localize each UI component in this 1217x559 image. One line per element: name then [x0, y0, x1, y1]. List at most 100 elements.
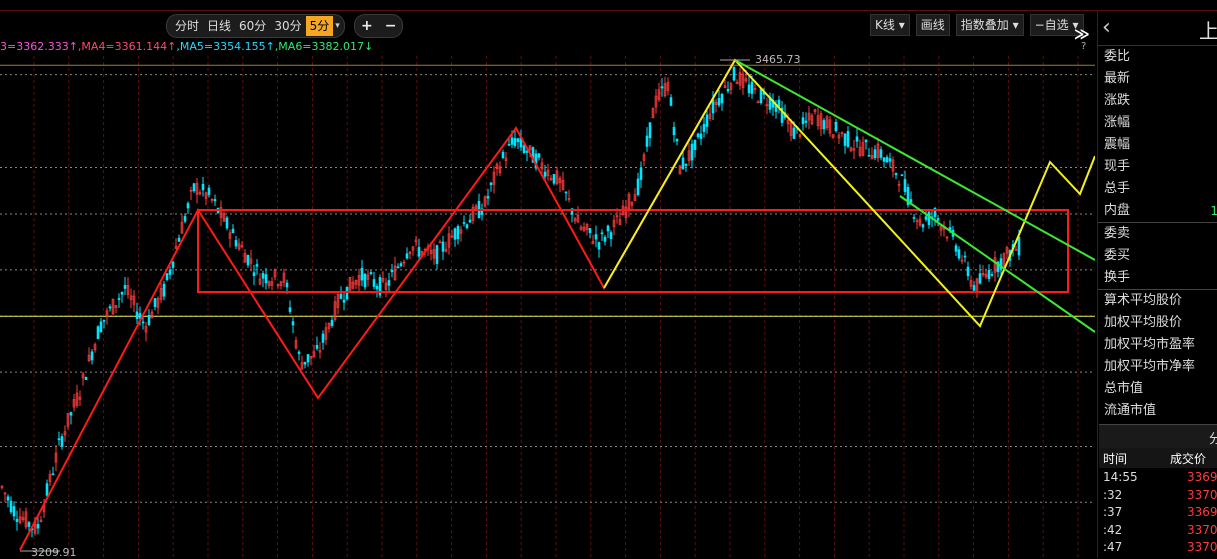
candle-body [672, 126, 676, 136]
candle-body [102, 319, 106, 322]
chevron-left-icon[interactable]: ‹ [1102, 15, 1111, 40]
quote-field-label: 加权平均市盈率 [1104, 337, 1196, 352]
candle-body [255, 264, 259, 267]
candle-body [285, 282, 289, 288]
candle-body [954, 245, 958, 252]
candle-body [69, 412, 73, 416]
caret-down-icon: ▾ [898, 18, 905, 32]
candle-body [339, 293, 343, 299]
tick-price: 3370 [1187, 487, 1217, 502]
quote-field-label: 总市值 [1104, 381, 1144, 396]
candle-body [936, 218, 940, 221]
candle-body [303, 361, 307, 365]
ma4-value: MA4=3361.144↑ [81, 40, 177, 53]
candle-body [399, 263, 403, 266]
candle-body [846, 131, 850, 147]
quote-field-label: 涨幅 [1104, 115, 1131, 130]
candle-body [27, 522, 31, 527]
candle-body [600, 232, 604, 235]
candle-body [120, 292, 124, 295]
zoom-in-button[interactable]: + [361, 18, 373, 34]
candle-body [183, 216, 187, 222]
candle-body [1017, 236, 1021, 256]
high-price-label: 3465.73 [755, 53, 801, 66]
candle-body [972, 285, 976, 291]
candle-body [822, 120, 826, 130]
candle-body [441, 241, 445, 252]
candle-body [711, 99, 715, 114]
sidebar-title: 上 [1199, 19, 1217, 43]
candle-body [720, 93, 724, 104]
period-tab-daily[interactable]: 日线 [203, 16, 235, 36]
tick-time: :47 [1103, 540, 1123, 554]
period-tab-60min[interactable]: 60分 [235, 16, 270, 36]
candle-body [345, 286, 349, 300]
candlestick-chart[interactable] [0, 56, 1095, 558]
quote-field-row: 最新 [1098, 68, 1217, 90]
ma5-value: MA5=3354.155↑ [179, 40, 275, 53]
quote-field-label: 流通市值 [1104, 403, 1157, 418]
candle-body [864, 139, 868, 143]
candle-body [669, 97, 673, 106]
candle-body [588, 228, 592, 233]
tick-price: 3370 [1187, 522, 1217, 537]
quote-field-row: 委买 [1098, 245, 1217, 267]
zoom-out-button[interactable]: − [385, 18, 397, 34]
quote-field-label: 委卖 [1104, 226, 1131, 241]
quote-field-label: 委比 [1104, 49, 1131, 64]
ticks-table-header: 时间 成交价 [1099, 448, 1217, 468]
tick-time: :42 [1103, 522, 1123, 537]
candle-body [909, 199, 913, 203]
period-tab-5min[interactable]: 5分 [305, 16, 334, 36]
ma-legend: 3=3362.333↑,MA4=3361.144↑,MA5=3354.155↑,… [0, 40, 373, 53]
candle-body [342, 299, 346, 303]
ticks-section-header[interactable]: 分 [1099, 424, 1217, 449]
candle-body [921, 224, 925, 228]
candle-body [537, 153, 541, 158]
help-icon[interactable]: ? [1081, 41, 1086, 52]
candle-body [330, 319, 334, 326]
chart-tools: K线 ▾ 画线 指数叠加 ▾ −自选 ▾ [870, 14, 1084, 36]
candle-body [867, 155, 871, 157]
candle-body [321, 333, 325, 343]
candle-body [297, 351, 301, 354]
kline-dropdown[interactable]: K线 ▾ [870, 14, 910, 36]
caret-down-icon[interactable]: ▾ [335, 21, 340, 31]
candle-body [924, 216, 928, 220]
quote-field-label: 加权平均市净率 [1104, 359, 1196, 374]
index-overlay-dropdown[interactable]: 指数叠加 ▾ [955, 14, 1024, 36]
candle-body [456, 225, 460, 239]
candle-body [153, 298, 157, 308]
candle-body [192, 183, 196, 192]
candle-body [879, 149, 883, 158]
quote-field-row: 流通市值 [1098, 400, 1217, 422]
draw-line-button[interactable]: 画线 [915, 14, 950, 36]
chart-toolbar: 分时 日线 60分 30分 5分 ▾ + − K线 ▾ 画线 指数叠加 ▾ −自… [0, 11, 1095, 43]
zoom-controls: + − [354, 14, 404, 38]
quote-field-row: 加权平均股价 [1098, 312, 1217, 334]
quote-field-row: 涨幅 [1098, 112, 1217, 134]
period-tab-intraday[interactable]: 分时 [171, 16, 203, 36]
index-overlay-label: 指数叠加 [960, 18, 1009, 32]
candle-body [246, 255, 250, 266]
quote-field-row: 算术平均股价 [1098, 289, 1217, 312]
period-tab-30min[interactable]: 30分 [270, 16, 305, 36]
candle-body [747, 84, 751, 94]
quote-field-row: 涨跌 [1098, 90, 1217, 112]
candle-body [465, 224, 469, 229]
quote-field-row: 换手 [1098, 267, 1217, 289]
candle-body [171, 261, 175, 268]
candle-body [957, 249, 961, 259]
low-price-label: 3209.91 [31, 546, 77, 559]
candle-body [261, 273, 265, 279]
tick-time: 14:55 [1103, 470, 1138, 484]
candle-body [882, 157, 886, 162]
candle-body [468, 219, 472, 223]
candle-body [396, 266, 400, 269]
candle-body [177, 237, 181, 242]
candle-body [117, 298, 121, 300]
candle-body [507, 143, 511, 146]
candle-body [639, 167, 643, 180]
candle-body [186, 203, 190, 209]
tick-price: 3370 [1187, 540, 1217, 554]
